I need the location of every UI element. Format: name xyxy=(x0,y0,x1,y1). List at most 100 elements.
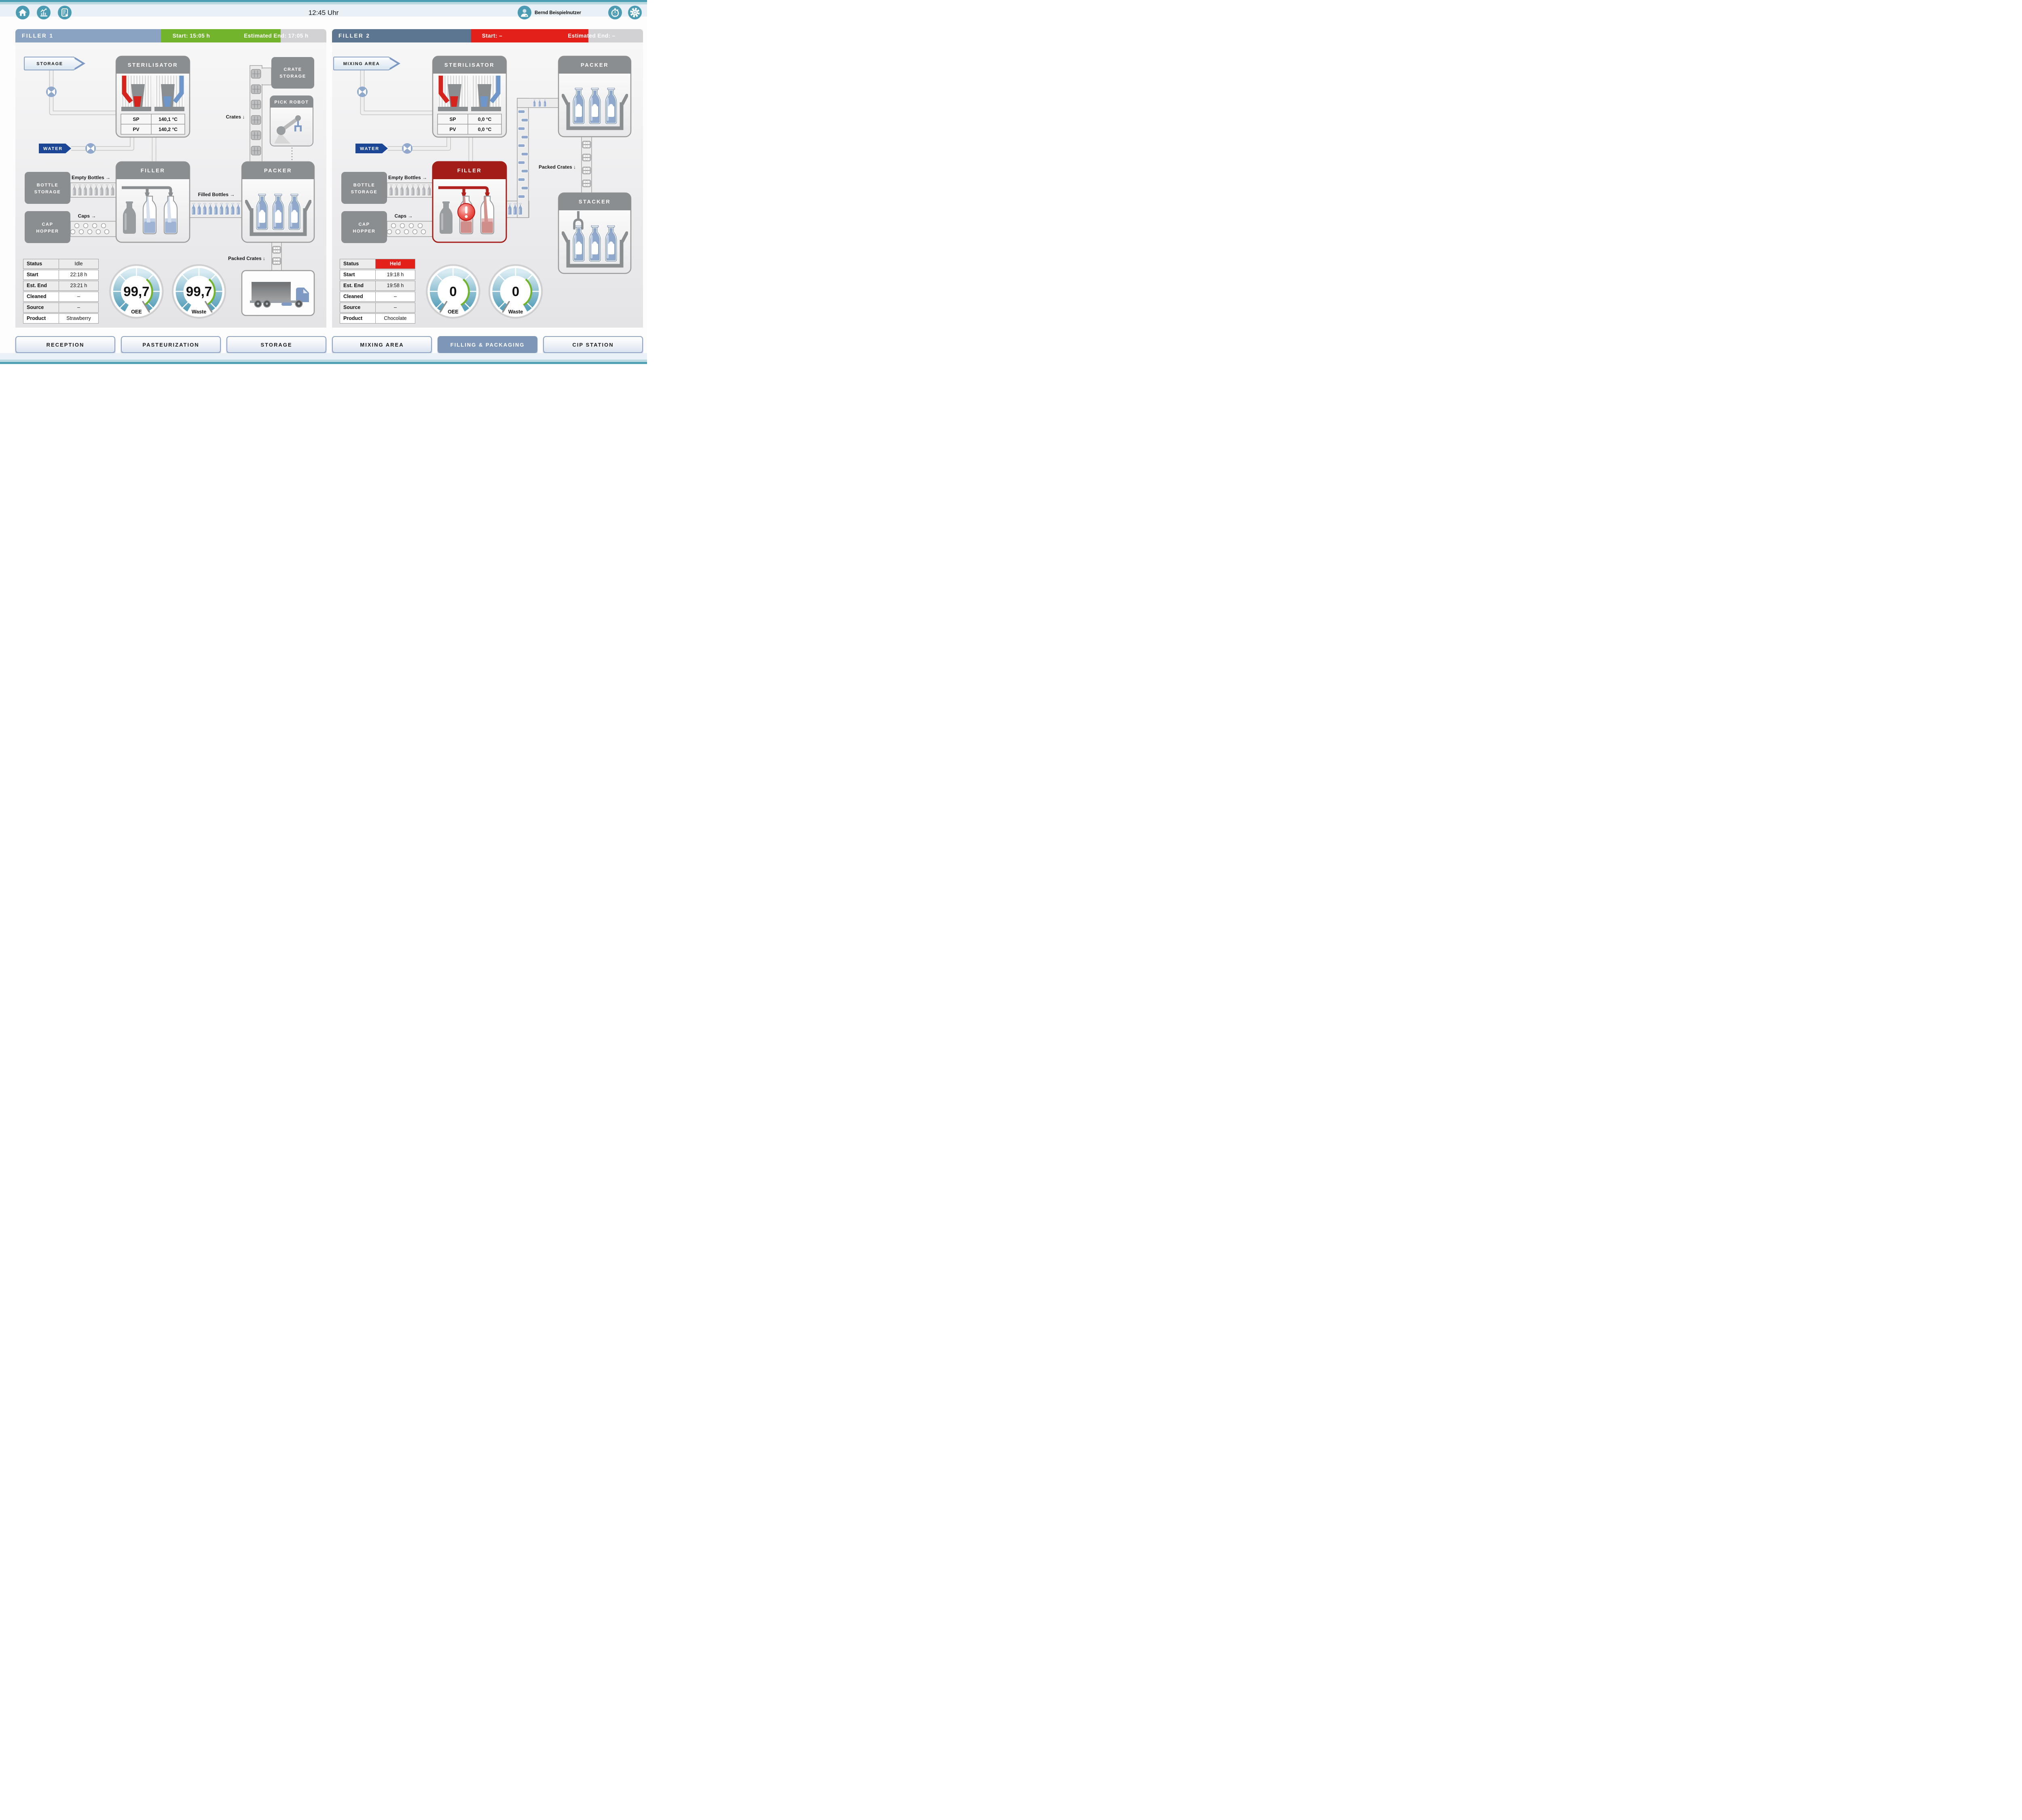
filler-unit-alarm[interactable]: FILLER xyxy=(433,162,506,242)
oee-gauge: 0 OEE xyxy=(426,265,480,318)
sterilisator-title: STERILISATOR xyxy=(444,62,495,68)
svg-text:MIXING AREA: MIXING AREA xyxy=(343,61,380,66)
svg-text:PV: PV xyxy=(133,127,139,132)
nav-storage-button[interactable]: STORAGE xyxy=(226,336,326,353)
caps-conveyor: Caps → xyxy=(70,213,116,237)
filler-title: FILLER xyxy=(457,167,482,174)
waste-gauge: 99,7 Waste xyxy=(172,265,226,318)
user-name: Bernd Beispielnutzer xyxy=(535,11,581,15)
oee-label: OEE xyxy=(448,309,458,315)
bottle-storage-box[interactable]: BOTTLE STORAGE xyxy=(341,172,387,204)
sp-pv-table: SP 140,1 °C PV 140,2 °C xyxy=(121,114,185,134)
panel-filler1: FILLER 1 Start: 15:05 h Estimated End: 1… xyxy=(15,29,326,328)
oee-label: OEE xyxy=(131,309,142,315)
svg-text:Packed Crates ↓: Packed Crates ↓ xyxy=(228,256,265,261)
pick-robot-unit[interactable]: PICK ROBOT xyxy=(270,96,313,146)
svg-text:0,0 °C: 0,0 °C xyxy=(478,127,492,132)
filler-unit[interactable]: FILLER xyxy=(116,162,190,242)
packer-unit[interactable]: PACKER xyxy=(242,162,314,242)
waste-value: 0 xyxy=(512,284,519,299)
waste-gauge: 0 Waste xyxy=(489,265,542,318)
valve-mixing[interactable] xyxy=(357,87,368,97)
svg-text:Caps →: Caps → xyxy=(395,213,413,219)
svg-text:STORAGE: STORAGE xyxy=(34,190,61,195)
valve-water[interactable] xyxy=(85,143,96,154)
empty-bottle-conveyor: Empty Bottles → xyxy=(387,175,433,197)
panel-filler2: FILLER 2 Start: – Estimated End: – MIXIN… xyxy=(332,29,643,328)
bottom-nav: RECEPTION PASTEURIZATION STORAGE MIXING … xyxy=(15,336,643,353)
valve-water[interactable] xyxy=(402,143,412,154)
stacker-title: STACKER xyxy=(579,199,611,205)
filler-title: FILLER xyxy=(141,167,165,174)
bottom-teal-stripe xyxy=(0,362,647,364)
sterilisator-unit[interactable]: STERILISATOR SP 0,0 °C PV 0,0 °C xyxy=(433,56,506,137)
packed-crate-conveyor: Packed Crates ↓ xyxy=(228,242,281,271)
svg-text:BOTTLE: BOTTLE xyxy=(353,183,375,188)
bottom-light-band xyxy=(0,353,647,360)
pick-robot-title: PICK ROBOT xyxy=(274,100,309,105)
hmi-dashboard: 12:45 Uhr Bernd Beispielnutzer FILLER 1 … xyxy=(0,0,647,364)
svg-text:STORAGE: STORAGE xyxy=(351,190,377,195)
clock-icon[interactable] xyxy=(608,6,622,19)
filler1-status-table: StatusIdle Start22:18 h Est. End23:21 h … xyxy=(23,259,99,324)
nav-mixing-area-button[interactable]: MIXING AREA xyxy=(332,336,432,353)
alarm-icon xyxy=(458,203,475,220)
svg-text:STORAGE: STORAGE xyxy=(279,74,306,79)
svg-text:Empty Bottles →: Empty Bottles → xyxy=(72,175,110,180)
shipping-box[interactable] xyxy=(242,271,314,315)
svg-text:0,0 °C: 0,0 °C xyxy=(478,116,492,122)
waste-label: Waste xyxy=(192,309,206,315)
filled-bottle-conveyor: Filled Bottles → xyxy=(190,192,242,218)
nav-filling-packaging-button[interactable]: FILLING & PACKAGING xyxy=(438,336,537,353)
crate-conveyor: Crates ↓ xyxy=(226,66,271,162)
svg-text:WATER: WATER xyxy=(43,146,63,151)
cap-hopper-box[interactable]: CAP HOPPER xyxy=(341,211,387,243)
nav-cip-station-button[interactable]: CIP STATION xyxy=(543,336,643,353)
gear-icon[interactable] xyxy=(628,6,642,19)
packed-crate-conveyor: Packed Crates ↓ xyxy=(539,137,592,193)
svg-text:Filled Bottles →: Filled Bottles → xyxy=(198,192,235,197)
sp-pv-table: SP 0,0 °C PV 0,0 °C xyxy=(438,114,501,134)
svg-text:140,1 °C: 140,1 °C xyxy=(159,116,178,122)
packer-title: PACKER xyxy=(581,62,609,68)
cap-hopper-box[interactable]: CAP HOPPER xyxy=(25,211,70,243)
sterilisator-title: STERILISATOR xyxy=(128,62,178,68)
svg-text:SP: SP xyxy=(133,116,139,122)
svg-text:BOTTLE: BOTTLE xyxy=(37,183,59,188)
svg-text:WATER: WATER xyxy=(360,146,379,151)
caps-conveyor: Caps → xyxy=(387,213,433,237)
svg-text:CAP: CAP xyxy=(358,222,370,227)
water-tag: WATER xyxy=(39,144,71,153)
water-tag: WATER xyxy=(355,144,388,153)
storage-tag: STORAGE xyxy=(24,57,85,70)
oee-value: 0 xyxy=(449,284,457,299)
svg-text:Empty Bottles →: Empty Bottles → xyxy=(388,175,427,180)
svg-text:PV: PV xyxy=(449,127,456,132)
valve-storage[interactable] xyxy=(46,87,57,97)
waste-label: Waste xyxy=(508,309,523,315)
svg-text:STORAGE: STORAGE xyxy=(36,61,63,66)
packer-title: PACKER xyxy=(264,167,292,174)
status-held-badge: Held xyxy=(375,259,415,269)
bottle-storage-box[interactable]: BOTTLE STORAGE xyxy=(25,172,70,204)
waste-value: 99,7 xyxy=(186,284,212,299)
sterilisator-unit[interactable]: STERILISATOR SP 140,1 °C PV 140,2 °C xyxy=(116,56,190,137)
nav-reception-button[interactable]: RECEPTION xyxy=(15,336,115,353)
user-avatar[interactable] xyxy=(518,6,531,19)
crate-storage-box[interactable]: CRATE STORAGE xyxy=(271,57,314,89)
stacker-unit[interactable]: STACKER xyxy=(558,193,631,273)
svg-text:140,2 °C: 140,2 °C xyxy=(159,127,178,132)
filler2-status-table: StatusHeld Start19:18 h Est. End19:58 h … xyxy=(340,259,415,324)
svg-text:HOPPER: HOPPER xyxy=(353,229,375,234)
svg-text:Crates ↓: Crates ↓ xyxy=(226,114,245,120)
packer-unit[interactable]: PACKER xyxy=(558,56,631,137)
svg-text:CAP: CAP xyxy=(42,222,53,227)
nav-pasteurization-button[interactable]: PASTEURIZATION xyxy=(121,336,221,353)
svg-text:SP: SP xyxy=(449,116,456,122)
mixing-area-tag: MIXING AREA xyxy=(334,57,400,70)
bottle-elevator xyxy=(506,98,558,218)
svg-text:Packed Crates ↓: Packed Crates ↓ xyxy=(539,164,576,170)
oee-gauge: 99,7 OEE xyxy=(110,265,163,318)
svg-text:Caps →: Caps → xyxy=(78,213,96,219)
svg-text:HOPPER: HOPPER xyxy=(36,229,59,234)
